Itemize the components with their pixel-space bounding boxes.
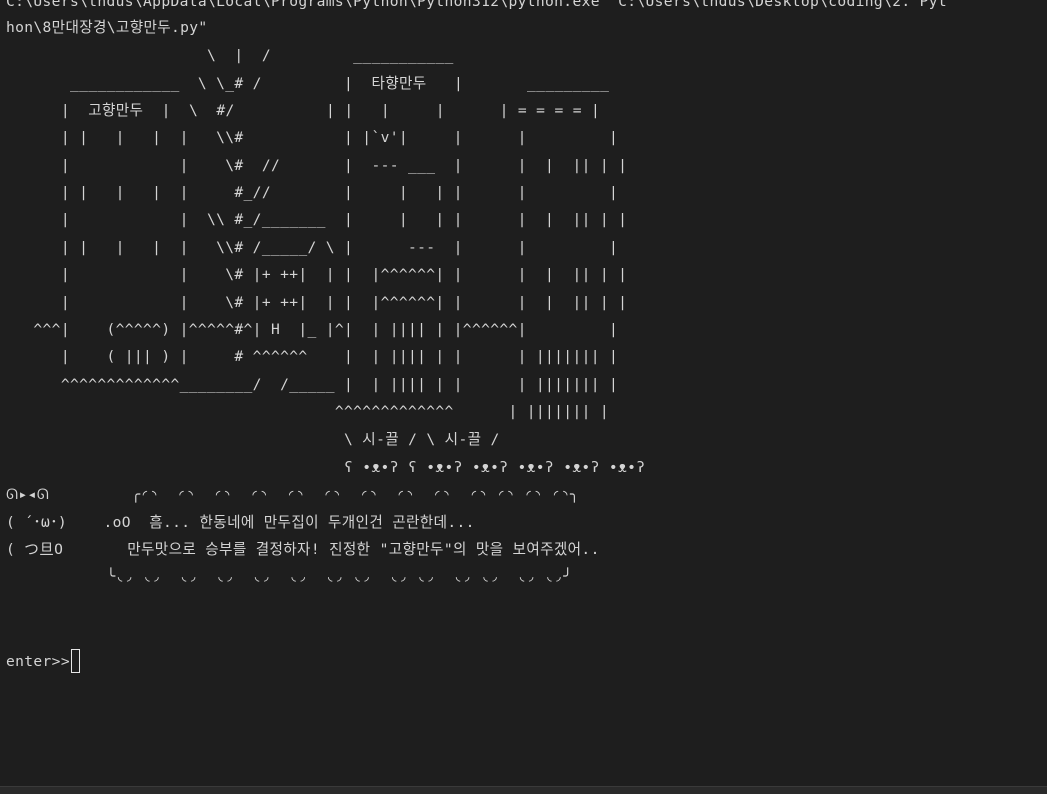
ascii-art-line: | | | | | \\# /_____/ \ | --- | | | <box>6 239 619 256</box>
ascii-art-line: | | | | | #_// | | | | | | <box>6 184 619 201</box>
command-line: C:\Users\thdus\AppData\Local\Programs\Py… <box>6 0 948 10</box>
ascii-art-line: | | \# |+ ++| | | |^^^^^^| | | | || | | <box>6 294 628 311</box>
speech-bubble-line: ╰◟◞ ◟◞ ◟◞ ◟◞ ◟◞ ◟◞ ◟◞ ◟◞ ◟◞ ◟◞ ◟◞ ◟◞ ◟◞ … <box>6 568 573 585</box>
status-bar <box>0 786 1047 794</box>
ascii-art-line: \ 시-끌 / \ 시-끌 / <box>6 431 500 448</box>
dialogue-line: ( つ旦O 만두맛으로 승부를 결정하자! 진정한 "고향만두"의 맛을 보여주… <box>6 541 600 558</box>
ascii-art-line: | 고향만두 | \ #/ | | | | | = = = = | <box>6 102 601 119</box>
terminal-window: C:\Users\thdus\AppData\Local\Programs\Py… <box>0 0 1047 786</box>
ascii-art-line: | | \# // | --- ___ | | | || | | <box>6 157 628 174</box>
ascii-art-line: ^^^| (^^^^^) |^^^^^#^| H |_ |^| | |||| |… <box>6 321 619 338</box>
ascii-art-line: ^^^^^^^^^^^^^ | ||||||| | <box>6 403 609 420</box>
ascii-art-line: ^^^^^^^^^^^^^________/ /_____ | | |||| |… <box>6 376 619 393</box>
dialogue-line: ( ´･ω･) .oO 흠... 한동네에 만두집이 두개인건 곤란한데... <box>6 514 475 531</box>
command-line: hon\8만대장경\고향만두.py" <box>6 19 208 36</box>
input-prompt: enter>> <box>6 652 70 670</box>
ascii-art-line: ____________ \ \_# / | 타향만두 | _________ <box>6 75 610 92</box>
ascii-art-line: | | \\ #_/_______ | | | | | | || | | <box>6 211 628 228</box>
ascii-art-line: ʕ •ᴥ•ʔ ʕ •ᴥ•ʔ •ᴥ•ʔ •ᴥ•ʔ •ᴥ•ʔ •ᴥ•ʔ <box>6 459 646 476</box>
ascii-art-line: \ | / ___________ <box>6 47 454 64</box>
ascii-art-line: | | \# |+ ++| | | |^^^^^^| | | | || | | <box>6 266 628 283</box>
speech-bubble-line: ᘏ▸◂ᘏ ╭◜◝ ◜◝ ◜◝ ◜◝ ◜◝ ◜◝ ◜◝ ◜◝ ◜◝ ◜◝ ◜◝ ◜… <box>6 486 580 503</box>
ascii-art-line: | ( ||| ) | # ^^^^^^ | | |||| | | | ||||… <box>6 348 619 365</box>
input-prompt-row[interactable]: enter>> <box>6 648 80 674</box>
text-cursor[interactable] <box>70 649 80 673</box>
ascii-art-line: | | | | | \\# | |`v'| | | | <box>6 129 619 146</box>
